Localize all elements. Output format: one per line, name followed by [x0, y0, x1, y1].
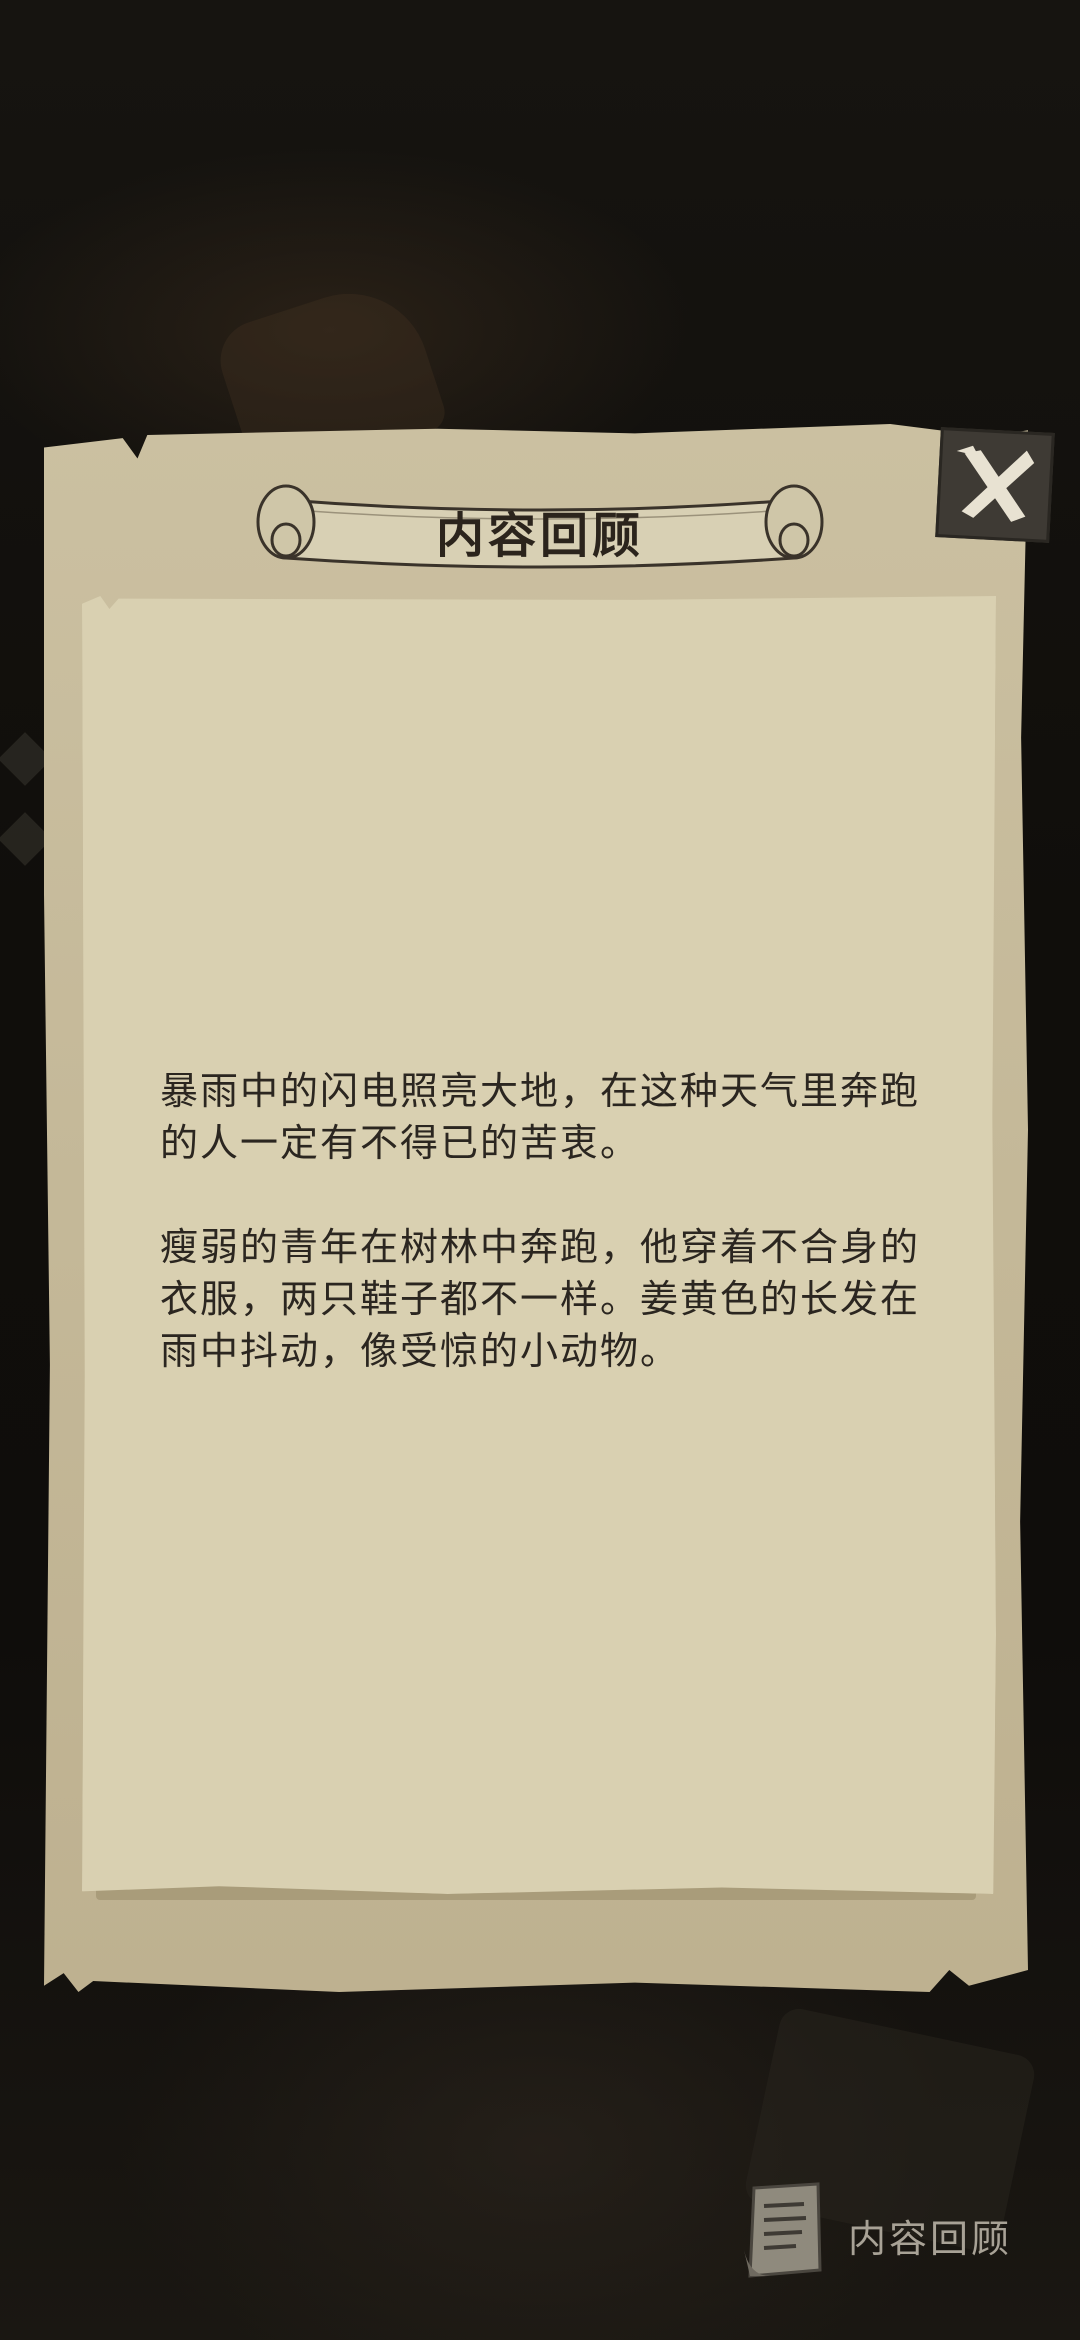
content-review-label: 内容回顾 — [848, 2217, 1013, 2261]
scroll-note-icon — [744, 2182, 822, 2278]
story-paragraph: 暴雨中的闪电照亮大地，在这种天气里奔跑的人一定有不得已的苦衷。 — [160, 1069, 921, 1165]
title-banner: 内容回顾 — [246, 470, 834, 580]
story-paragraph: 瘦弱的青年在树林中奔跑，他穿着不合身的衣服，两只鞋子都不一样。姜黄色的长发在雨中… — [160, 1225, 921, 1373]
story-text: 暴雨中的闪电照亮大地，在这种天气里奔跑的人一定有不得已的苦衷。 瘦弱的青年在树林… — [160, 1065, 950, 1429]
dialog-title: 内容回顾 — [435, 508, 644, 564]
close-x-icon — [956, 445, 1035, 522]
close-button[interactable] — [935, 427, 1055, 543]
content-review-button[interactable]: 内容回顾 — [740, 2180, 1040, 2290]
